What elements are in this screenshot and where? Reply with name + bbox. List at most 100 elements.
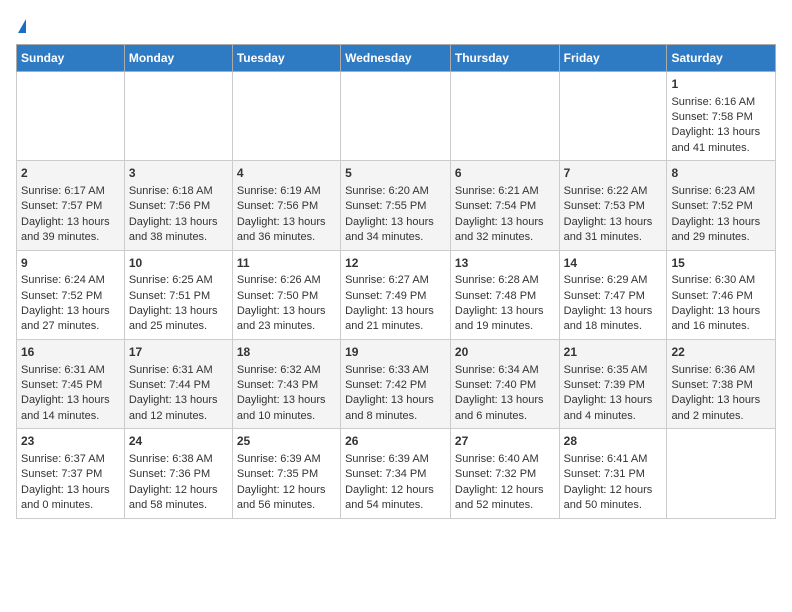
day-info: Sunset: 7:50 PM	[237, 289, 336, 304]
day-number: 20	[455, 344, 555, 361]
day-info: Sunset: 7:46 PM	[671, 289, 771, 304]
day-info: and 18 minutes.	[564, 319, 663, 334]
day-info: Daylight: 13 hours	[21, 483, 120, 498]
day-info: Sunrise: 6:24 AM	[21, 273, 120, 288]
day-info: and 27 minutes.	[21, 319, 120, 334]
day-info: Daylight: 12 hours	[564, 483, 663, 498]
day-info: and 25 minutes.	[129, 319, 228, 334]
calendar-cell: 2Sunrise: 6:17 AMSunset: 7:57 PMDaylight…	[17, 161, 125, 250]
day-number: 24	[129, 433, 228, 450]
day-info: Sunset: 7:49 PM	[345, 289, 446, 304]
calendar-cell	[559, 71, 667, 160]
day-info: Sunrise: 6:39 AM	[237, 452, 336, 467]
column-header-friday: Friday	[559, 44, 667, 71]
calendar-week-row: 2 Sunrise: 6:17 AMSunset: 7:57 PM Daylight…	[17, 161, 776, 250]
calendar-cell: 6Sunrise: 6:21 AMSunset: 7:54 PMDaylight…	[450, 161, 559, 250]
day-number: 14	[564, 255, 663, 272]
day-info: Sunset: 7:36 PM	[129, 467, 228, 482]
day-number: 6	[455, 165, 555, 182]
day-info: Daylight: 13 hours	[129, 393, 228, 408]
day-info: Sunset: 7:45 PM	[21, 378, 120, 393]
day-info: Daylight: 13 hours	[21, 304, 120, 319]
day-info: Sunrise: 6:29 AM	[564, 273, 663, 288]
calendar-cell: 15Sunrise: 6:30 AMSunset: 7:46 PMDayligh…	[667, 250, 776, 339]
day-number: 21	[564, 344, 663, 361]
calendar-cell	[124, 71, 232, 160]
page-header	[16, 16, 776, 36]
day-info: Daylight: 13 hours	[237, 393, 336, 408]
day-info: and 54 minutes.	[345, 498, 446, 513]
column-header-saturday: Saturday	[667, 44, 776, 71]
day-info: and 39 minutes.	[21, 230, 120, 245]
day-info: and 0 minutes.	[21, 498, 120, 513]
day-info: Sunset: 7:53 PM	[564, 199, 663, 214]
day-info: Sunrise: 6:40 AM	[455, 452, 555, 467]
day-number: 26	[345, 433, 446, 450]
day-info: Sunrise: 6:36 AM	[671, 363, 771, 378]
day-info: Sunrise: 6:22 AM	[564, 184, 663, 199]
day-info: Daylight: 13 hours	[671, 304, 771, 319]
calendar-cell: 26Sunrise: 6:39 AMSunset: 7:34 PMDayligh…	[341, 429, 451, 518]
day-info: Sunset: 7:38 PM	[671, 378, 771, 393]
day-info: Sunrise: 6:28 AM	[455, 273, 555, 288]
day-info: and 56 minutes.	[237, 498, 336, 513]
day-info: Daylight: 13 hours	[345, 393, 446, 408]
day-number: 2	[21, 165, 120, 182]
day-number: 10	[129, 255, 228, 272]
day-info: Sunset: 7:44 PM	[129, 378, 228, 393]
day-info: Sunrise: 6:16 AM	[671, 95, 771, 110]
calendar-cell: 1Sunrise: 6:16 AMSunset: 7:58 PMDaylight…	[667, 71, 776, 160]
day-info: Sunrise: 6:19 AM	[237, 184, 336, 199]
day-number: 9	[21, 255, 120, 272]
day-info: Daylight: 13 hours	[129, 304, 228, 319]
day-info: Sunrise: 6:17 AM	[21, 184, 120, 199]
day-info: Sunrise: 6:25 AM	[129, 273, 228, 288]
calendar-cell: 28Sunrise: 6:41 AMSunset: 7:31 PMDayligh…	[559, 429, 667, 518]
day-info: Daylight: 13 hours	[21, 393, 120, 408]
day-info: and 58 minutes.	[129, 498, 228, 513]
day-info: and 21 minutes.	[345, 319, 446, 334]
day-number: 15	[671, 255, 771, 272]
day-info: Sunset: 7:52 PM	[671, 199, 771, 214]
day-info: Sunset: 7:31 PM	[564, 467, 663, 482]
day-info: Daylight: 13 hours	[455, 215, 555, 230]
logo	[16, 16, 26, 36]
day-number: 8	[671, 165, 771, 182]
day-number: 22	[671, 344, 771, 361]
calendar-cell: 12Sunrise: 6:27 AMSunset: 7:49 PMDayligh…	[341, 250, 451, 339]
column-header-tuesday: Tuesday	[232, 44, 340, 71]
calendar-cell: 18Sunrise: 6:32 AMSunset: 7:43 PMDayligh…	[232, 339, 340, 428]
calendar-cell: 3Sunrise: 6:18 AMSunset: 7:56 PMDaylight…	[124, 161, 232, 250]
day-info: Daylight: 13 hours	[237, 215, 336, 230]
column-header-wednesday: Wednesday	[341, 44, 451, 71]
day-info: Sunset: 7:54 PM	[455, 199, 555, 214]
day-info: Sunset: 7:39 PM	[564, 378, 663, 393]
calendar-cell: 4Sunrise: 6:19 AMSunset: 7:56 PMDaylight…	[232, 161, 340, 250]
day-info: and 50 minutes.	[564, 498, 663, 513]
day-info: Sunrise: 6:39 AM	[345, 452, 446, 467]
calendar-cell	[450, 71, 559, 160]
calendar-cell: 13Sunrise: 6:28 AMSunset: 7:48 PMDayligh…	[450, 250, 559, 339]
day-info: Sunset: 7:57 PM	[21, 199, 120, 214]
calendar-cell: 7Sunrise: 6:22 AMSunset: 7:53 PMDaylight…	[559, 161, 667, 250]
day-info: Sunset: 7:56 PM	[129, 199, 228, 214]
calendar-cell	[17, 71, 125, 160]
day-info: Sunrise: 6:30 AM	[671, 273, 771, 288]
calendar-cell: 19Sunrise: 6:33 AMSunset: 7:42 PMDayligh…	[341, 339, 451, 428]
day-info: Sunset: 7:51 PM	[129, 289, 228, 304]
calendar-cell: 9Sunrise: 6:24 AMSunset: 7:52 PMDaylight…	[17, 250, 125, 339]
day-number: 7	[564, 165, 663, 182]
day-number: 3	[129, 165, 228, 182]
day-info: Sunrise: 6:27 AM	[345, 273, 446, 288]
day-number: 28	[564, 433, 663, 450]
day-number: 13	[455, 255, 555, 272]
day-number: 19	[345, 344, 446, 361]
day-info: Sunrise: 6:34 AM	[455, 363, 555, 378]
day-info: Sunrise: 6:33 AM	[345, 363, 446, 378]
day-number: 5	[345, 165, 446, 182]
day-info: and 41 minutes.	[671, 141, 771, 156]
day-info: Daylight: 13 hours	[671, 393, 771, 408]
calendar-cell: 20Sunrise: 6:34 AMSunset: 7:40 PMDayligh…	[450, 339, 559, 428]
day-info: Sunset: 7:55 PM	[345, 199, 446, 214]
day-info: and 32 minutes.	[455, 230, 555, 245]
